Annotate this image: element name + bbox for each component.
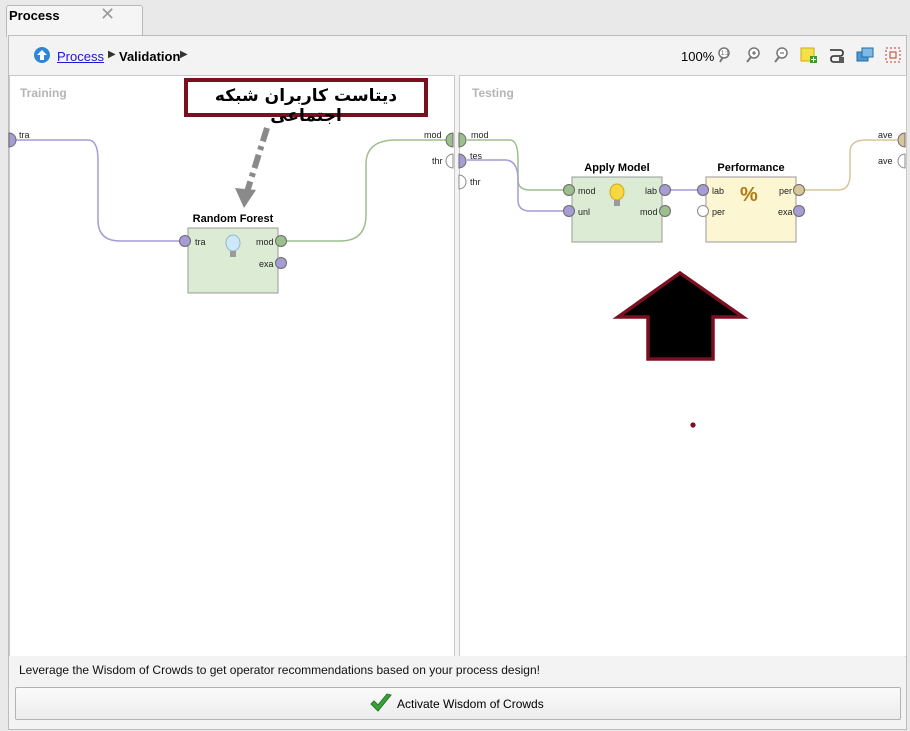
port-label: mod: [471, 130, 489, 140]
up-arrow-annotation-icon: [612, 270, 749, 361]
annotation-text: دیتاست کاربران شبکه اجتماعی: [214, 86, 398, 126]
port-label: ave: [878, 156, 893, 166]
port-label: mod: [256, 237, 274, 247]
dashed-arrow-icon: [235, 127, 270, 208]
port-tra-in: [8, 132, 17, 148]
activate-wisdom-label: Activate Wisdom of Crowds: [397, 697, 544, 711]
port-ave-2: [897, 153, 906, 169]
dot-marker: [690, 422, 696, 428]
operator-title[interactable]: Random Forest: [178, 213, 288, 225]
port-label: lab: [645, 186, 658, 196]
port-label: mod: [640, 207, 658, 217]
checkmark-icon: [369, 692, 393, 717]
percent-icon: %: [740, 184, 758, 206]
wire-mod-out: [286, 139, 446, 242]
port-mod-in: [458, 132, 467, 148]
port-label: mod: [578, 186, 596, 196]
port-label: thr: [432, 156, 443, 166]
port-thr-in: [458, 174, 467, 190]
process-canvas: [8, 127, 906, 428]
port-label: tra: [19, 130, 30, 140]
wire-tra: [16, 139, 184, 242]
port-ave-1: [897, 132, 906, 148]
port-label: thr: [470, 177, 481, 187]
port-thr-out: [445, 153, 454, 169]
port-label: per: [712, 207, 726, 217]
port-tes-in: [458, 153, 467, 169]
port-label: exa: [778, 207, 793, 217]
port-label: mod: [424, 130, 442, 140]
port-label: tes: [470, 151, 483, 161]
status-message: Leverage the Wisdom of Crowds to get ope…: [19, 663, 540, 677]
port-mod-out: [445, 132, 454, 148]
operator-title[interactable]: Apply Model: [562, 162, 672, 174]
port-label: tra: [195, 237, 206, 247]
port-label: exa: [259, 259, 274, 269]
port-label: unl: [578, 207, 591, 217]
port-label: per: [779, 186, 793, 196]
port-label: ave: [878, 130, 893, 140]
port-label: lab: [712, 186, 725, 196]
operator-title[interactable]: Performance: [696, 162, 806, 174]
